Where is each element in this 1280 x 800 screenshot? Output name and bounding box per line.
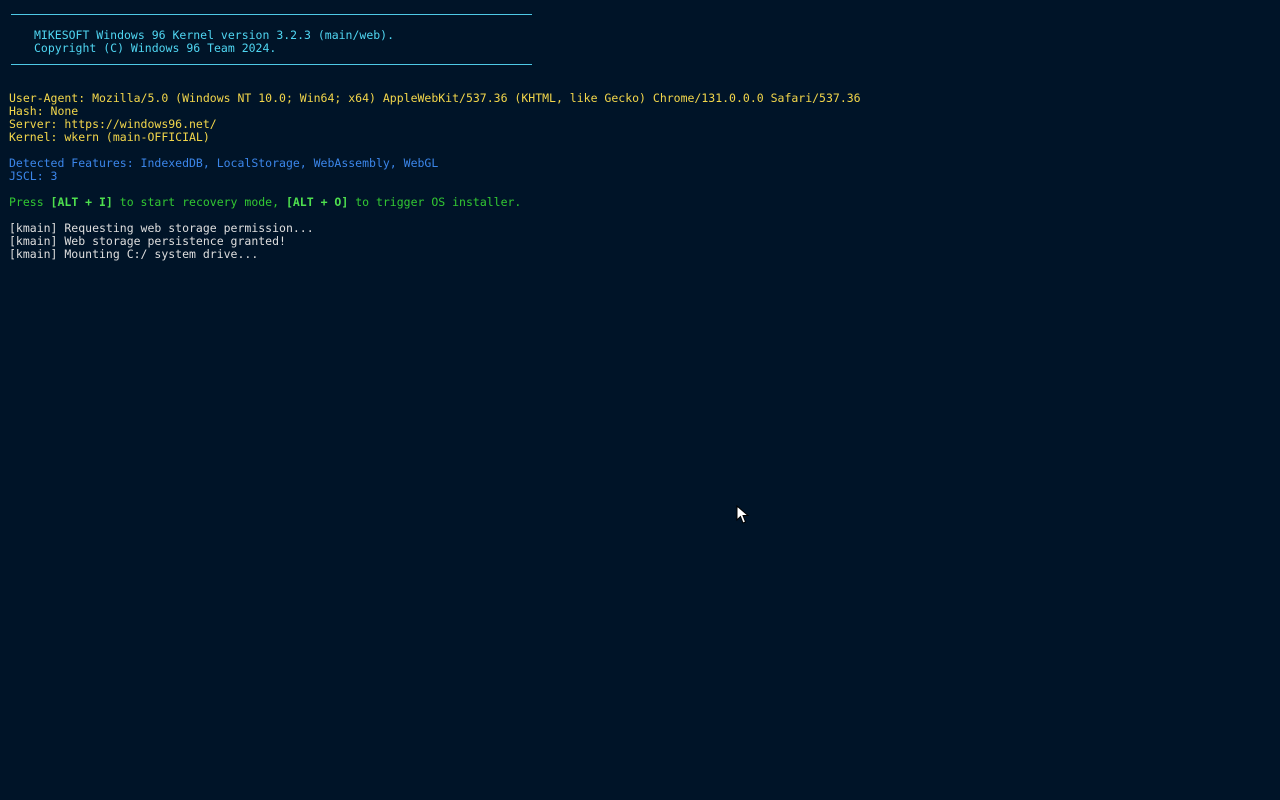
jscl-line: JSCL: 3 <box>9 169 58 183</box>
kernel-banner: MIKESOFT Windows 96 Kernel version 3.2.3… <box>9 29 1269 55</box>
installer-shortcut: [ALT + O] <box>285 195 349 209</box>
hint-prefix: Press <box>9 195 51 209</box>
boot-terminal: MIKESOFT Windows 96 Kernel version 3.2.3… <box>9 14 1269 261</box>
banner-top-rule <box>11 14 532 15</box>
banner-copyright: Copyright (C) Windows 96 Team 2024. <box>34 41 277 55</box>
recovery-shortcut: [ALT + I] <box>50 195 113 209</box>
hint-suffix: to trigger OS installer. <box>348 195 522 209</box>
system-info: User-Agent: Mozilla/5.0 (Windows NT 10.0… <box>9 92 1269 144</box>
features-info: Detected Features: IndexedDB, LocalStora… <box>9 157 1269 183</box>
log-line: [kmain] Mounting C:/ system drive... <box>9 247 259 261</box>
user-agent-line: User-Agent: Mozilla/5.0 (Windows NT 10.0… <box>9 91 861 105</box>
mouse-pointer-icon <box>736 505 750 524</box>
kernel-log: [kmain] Requesting web storage permissio… <box>9 222 1269 261</box>
kernel-line: Kernel: wkern (main-OFFICIAL) <box>9 130 210 144</box>
hint-middle: to start recovery mode, <box>112 195 286 209</box>
detected-features-line: Detected Features: IndexedDB, LocalStora… <box>9 156 439 170</box>
recovery-hint: Press [ALT + I] to start recovery mode, … <box>9 196 1269 209</box>
